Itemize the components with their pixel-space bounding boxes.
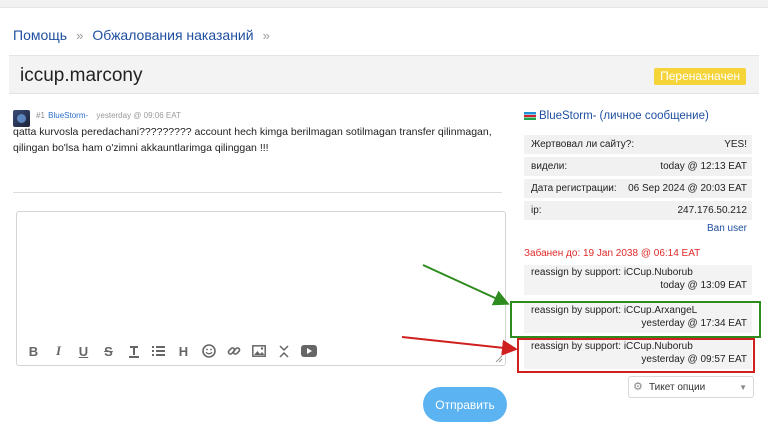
heading-icon[interactable]: H [175,343,192,359]
info-label: Дата регистрации: [531,183,617,194]
status-badge: Переназначен [654,68,746,85]
text-color-icon[interactable] [125,343,142,359]
collapse-icon[interactable] [275,343,292,359]
username-link[interactable]: BlueStorm- [539,110,597,122]
chevron-down-icon: ▼ [739,383,747,392]
image-icon[interactable] [250,343,267,359]
page-title: iccup.marcony [20,65,143,86]
breadcrumb: Помощь » Обжалования наказаний » [13,27,279,43]
ticket-options-label: Тикет опции [649,381,706,393]
info-value: 247.176.50.212 [677,205,747,216]
info-value: today @ 12:13 EAT [660,161,747,172]
log-time: today @ 13:09 EAT [660,280,747,291]
post-number: #1 [36,111,45,120]
post-body: qatta kurvosla peredachani????????? acco… [13,126,492,154]
info-label: видели: [531,161,568,172]
breadcrumb-item-help[interactable]: Помощь [13,27,67,43]
info-value: 06 Sep 2024 @ 20:03 EAT [628,183,747,194]
info-row-ip: ip: 247.176.50.212 [524,201,752,220]
breadcrumb-item-appeals[interactable]: Обжалования наказаний [92,27,253,43]
resize-grip-icon[interactable] [495,355,503,363]
bold-icon[interactable]: B [25,343,42,359]
info-label: Жертвовал ли сайту?: [531,139,635,150]
breadcrumb-separator: » [76,27,84,43]
video-icon[interactable] [300,343,317,359]
info-row-donated: Жертвовал ли сайту?: YES! [524,135,752,154]
info-row-registered: Дата регистрации: 06 Sep 2024 @ 20:03 EA… [524,179,752,198]
ticket-options-select[interactable]: ⚙ Тикет опции ▼ [628,376,754,398]
list-icon[interactable] [150,343,167,359]
info-label: ip: [531,205,542,216]
ban-user-link[interactable]: Ban user [707,223,747,234]
highlight-box-green [510,301,761,338]
info-value: YES! [724,139,747,150]
log-text: reassign by support: iCCup.Nuborub [531,267,693,278]
link-icon[interactable] [225,343,242,359]
highlight-box-red [517,338,755,373]
strikethrough-icon[interactable]: S [100,343,117,359]
smile-icon[interactable] [200,343,217,359]
banned-until-text: Забанен до: 19 Jan 2038 @ 06:14 EAT [524,248,701,259]
reply-editor[interactable]: B I U S H [16,211,506,366]
info-row-seen: видели: today @ 12:13 EAT [524,157,752,176]
gear-icon: ⚙ [633,381,643,393]
ticket-title-bar: iccup.marcony Переназначен [9,55,759,94]
flag-icon [524,112,536,120]
private-message-link[interactable]: (личное сообщение) [600,110,709,122]
italic-icon[interactable]: I [50,343,67,359]
underline-icon[interactable]: U [75,343,92,359]
send-button[interactable]: Отправить [423,387,507,422]
post-timestamp: yesterday @ 09:06 EAT [96,111,181,120]
log-entry: reassign by support: iCCup.Nuborub today… [524,265,752,295]
editor-toolbar: B I U S H [25,343,317,359]
post-header: #1 BlueStorm- yesterday @ 09:06 EAT [36,111,181,120]
post-author-link[interactable]: BlueStorm- [48,111,88,120]
user-header: BlueStorm- (личное сообщение) [524,110,709,122]
post-divider [13,192,502,193]
top-strip [0,0,768,8]
breadcrumb-separator: » [262,27,270,43]
